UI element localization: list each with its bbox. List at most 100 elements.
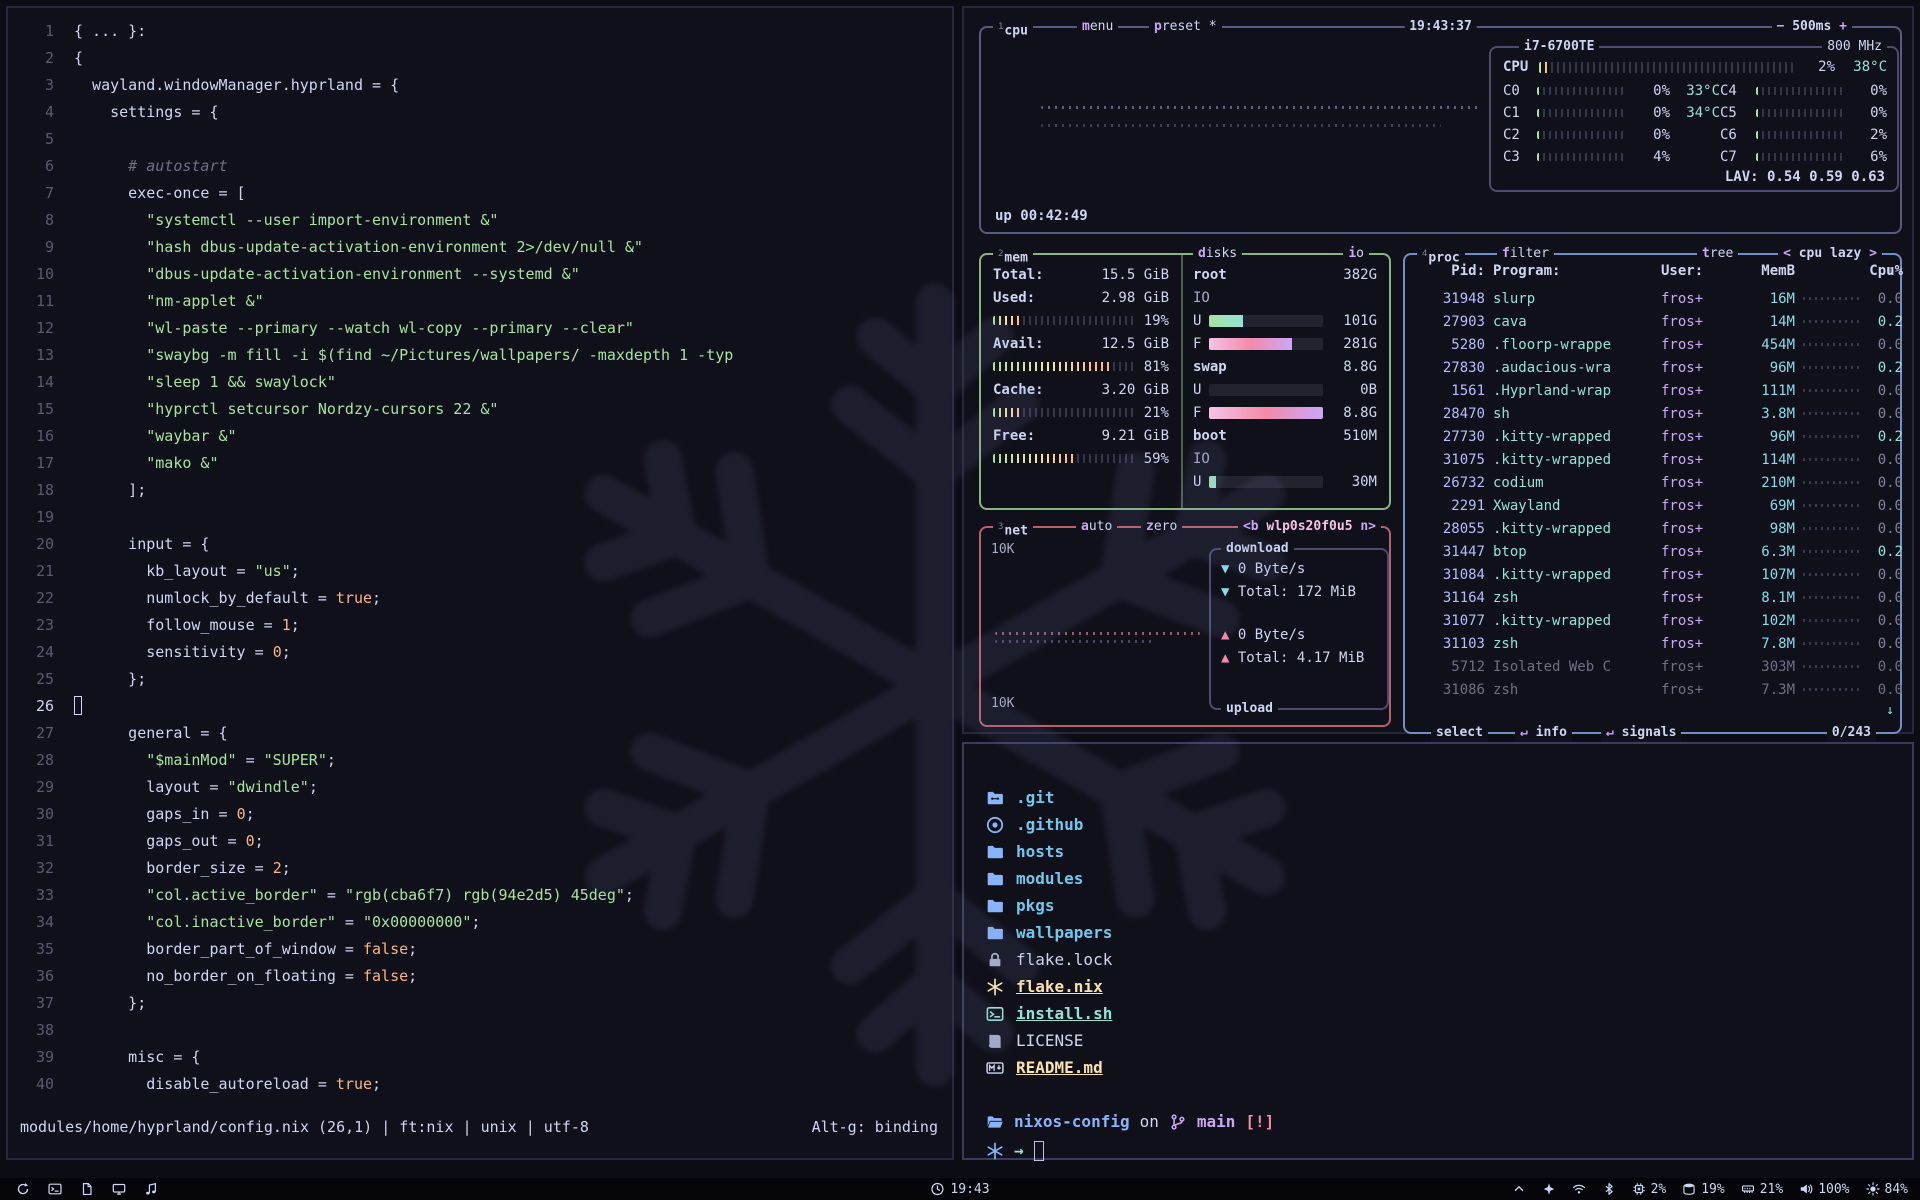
- code-line[interactable]: 29 layout = "dwindle";: [18, 774, 952, 801]
- editor-pane[interactable]: 1{ ... }:2{3 wayland.windowManager.hyprl…: [6, 6, 954, 1160]
- code-line[interactable]: 10 "dbus-update-activation-environment -…: [18, 261, 952, 288]
- process-row[interactable]: 27730.kitty-wrappedfros+96M0.2: [1415, 425, 1878, 448]
- code-line[interactable]: 25 };: [18, 666, 952, 693]
- btop-pane[interactable]: 1cpu menu preset * 19:43:37 − 500ms + i7…: [962, 6, 1914, 734]
- scroll-down-arrow[interactable]: ↓: [1886, 703, 1894, 718]
- code-line[interactable]: 40 disable_autoreload = true;: [18, 1071, 952, 1098]
- code-line[interactable]: 23 follow_mouse = 1;: [18, 612, 952, 639]
- clock-module[interactable]: 19:43: [930, 1182, 989, 1197]
- process-row[interactable]: 31164zshfros+8.1M0.0: [1415, 586, 1878, 609]
- code-line[interactable]: 32 border_size = 2;: [18, 855, 952, 882]
- stat-brightness[interactable]: 84%: [1866, 1182, 1908, 1197]
- files-icon[interactable]: [80, 1182, 94, 1196]
- lock-icon: [986, 951, 1004, 969]
- select-button[interactable]: select: [1431, 724, 1488, 742]
- music-icon[interactable]: [144, 1182, 158, 1196]
- code-line[interactable]: 13 "swaybg -m fill -i $(find ~/Pictures/…: [18, 342, 952, 369]
- code-line[interactable]: 17 "mako &": [18, 450, 952, 477]
- stat-memory[interactable]: 21%: [1741, 1182, 1783, 1197]
- process-row[interactable]: 31086zshfros+7.3M0.0: [1415, 678, 1878, 701]
- stat-disk[interactable]: 19%: [1682, 1182, 1724, 1197]
- code-line[interactable]: 34 "col.inactive_border" = "0x00000000";: [18, 909, 952, 936]
- code-area[interactable]: 1{ ... }:2{3 wayland.windowManager.hyprl…: [8, 8, 952, 1098]
- process-row[interactable]: 31447btopfros+6.3M0.2: [1415, 540, 1878, 563]
- signals-button[interactable]: ↵ signals: [1601, 724, 1681, 742]
- code-line[interactable]: 37 };: [18, 990, 952, 1017]
- stat-volume[interactable]: 100%: [1799, 1182, 1849, 1197]
- refresh-icon[interactable]: [16, 1182, 30, 1196]
- cpu-frequency: 800 MHz: [1822, 38, 1887, 56]
- network-icon[interactable]: [1572, 1182, 1586, 1196]
- tray-sparkle-icon[interactable]: [1542, 1182, 1556, 1196]
- code-line[interactable]: 28 "$mainMod" = "SUPER";: [18, 747, 952, 774]
- process-row[interactable]: 2291Xwaylandfros+69M0.0: [1415, 494, 1878, 517]
- code-line[interactable]: 19: [18, 504, 952, 531]
- process-row[interactable]: 31077.kitty-wrappedfros+102M0.0: [1415, 609, 1878, 632]
- process-row[interactable]: 31948slurpfros+16M0.0: [1415, 287, 1878, 310]
- markdown-icon: [986, 1059, 1004, 1077]
- code-line[interactable]: 11 "nm-applet &": [18, 288, 952, 315]
- disks-toggle[interactable]: disks: [1193, 245, 1242, 263]
- process-row[interactable]: 31103zshfros+7.8M0.0: [1415, 632, 1878, 655]
- prompt-arrow: →: [1014, 1141, 1024, 1160]
- sort-selector[interactable]: < cpu lazy >: [1778, 245, 1882, 263]
- code-line[interactable]: 20 input = {: [18, 531, 952, 558]
- net-zero-toggle[interactable]: zero: [1141, 518, 1182, 536]
- process-row[interactable]: 26732codiumfros+210M0.0: [1415, 471, 1878, 494]
- process-row[interactable]: 1561.Hyprland-wrapfros+111M0.0: [1415, 379, 1878, 402]
- info-button[interactable]: ↵ info: [1515, 724, 1572, 742]
- tray-chevron-up-icon[interactable]: [1512, 1182, 1526, 1196]
- code-line[interactable]: 4 settings = {: [18, 99, 952, 126]
- code-line[interactable]: 8 "systemctl --user import-environment &…: [18, 207, 952, 234]
- code-line[interactable]: 3 wayland.windowManager.hyprland = {: [18, 72, 952, 99]
- net-auto-toggle[interactable]: auto: [1076, 518, 1117, 536]
- code-line[interactable]: 9 "hash dbus-update-activation-environme…: [18, 234, 952, 261]
- process-row[interactable]: 28055.kitty-wrappedfros+98M0.0: [1415, 517, 1878, 540]
- process-row[interactable]: 5712Isolated Web Cfros+303M0.0: [1415, 655, 1878, 678]
- code-line[interactable]: 6 # autostart: [18, 153, 952, 180]
- code-line[interactable]: 1{ ... }:: [18, 18, 952, 45]
- uptime: up 00:42:49: [995, 208, 1088, 224]
- process-row[interactable]: 27830.audacious-wrafros+96M0.2: [1415, 356, 1878, 379]
- code-line[interactable]: 22 numlock_by_default = true;: [18, 585, 952, 612]
- code-line[interactable]: 14 "sleep 1 && swaylock": [18, 369, 952, 396]
- shell-input-line[interactable]: →: [986, 1137, 1912, 1164]
- process-table-header[interactable]: Pid: Program: User: MemB Cpu%: [1415, 263, 1878, 279]
- code-line[interactable]: 5: [18, 126, 952, 153]
- code-line[interactable]: 15 "hyprctl setcursor Nordzy-cursors 22 …: [18, 396, 952, 423]
- bluetooth-icon[interactable]: [1602, 1182, 1616, 1196]
- code-line[interactable]: 27 general = {: [18, 720, 952, 747]
- process-row[interactable]: 28470shfros+3.8M0.0: [1415, 402, 1878, 425]
- process-row[interactable]: 5280.floorp-wrappefros+454M0.0: [1415, 333, 1878, 356]
- process-row[interactable]: 31084.kitty-wrappedfros+107M0.0: [1415, 563, 1878, 586]
- code-line[interactable]: 18 ];: [18, 477, 952, 504]
- code-line[interactable]: 33 "col.active_border" = "rgb(cba6f7) rg…: [18, 882, 952, 909]
- tree-toggle[interactable]: tree: [1697, 245, 1738, 263]
- code-line[interactable]: 2{: [18, 45, 952, 72]
- code-line[interactable]: 12 "wl-paste --primary --watch wl-copy -…: [18, 315, 952, 342]
- code-line[interactable]: 16 "waybar &": [18, 423, 952, 450]
- code-line[interactable]: 31 gaps_out = 0;: [18, 828, 952, 855]
- process-row[interactable]: 27903cavafros+14M0.2: [1415, 310, 1878, 333]
- code-line[interactable]: 39 misc = {: [18, 1044, 952, 1071]
- code-line[interactable]: 26: [18, 693, 952, 720]
- net-interface-selector[interactable]: <b wlp0s20f0u5 n>: [1238, 518, 1381, 536]
- update-interval-control[interactable]: − 500ms +: [1772, 18, 1852, 36]
- code-line[interactable]: 35 border_part_of_window = false;: [18, 936, 952, 963]
- io-toggle[interactable]: io: [1343, 245, 1369, 263]
- code-line[interactable]: 7 exec-once = [: [18, 180, 952, 207]
- code-line[interactable]: 30 gaps_in = 0;: [18, 801, 952, 828]
- file-row: pkgs: [986, 892, 1912, 919]
- terminal-pane[interactable]: .git.githubhostsmodulespkgswallpapersfla…: [962, 742, 1914, 1160]
- terminal-icon[interactable]: [48, 1182, 62, 1196]
- display-icon[interactable]: [112, 1182, 126, 1196]
- scroll-up-arrow[interactable]: ↑: [1886, 263, 1894, 278]
- process-row[interactable]: 31075.kitty-wrappedfros+114M0.0: [1415, 448, 1878, 471]
- file-name: wallpapers: [1016, 923, 1112, 942]
- code-line[interactable]: 24 sensitivity = 0;: [18, 639, 952, 666]
- code-line[interactable]: 36 no_border_on_floating = false;: [18, 963, 952, 990]
- filter-button[interactable]: filter: [1497, 245, 1554, 263]
- stat-cpu[interactable]: 2%: [1632, 1182, 1667, 1197]
- code-line[interactable]: 38: [18, 1017, 952, 1044]
- code-line[interactable]: 21 kb_layout = "us";: [18, 558, 952, 585]
